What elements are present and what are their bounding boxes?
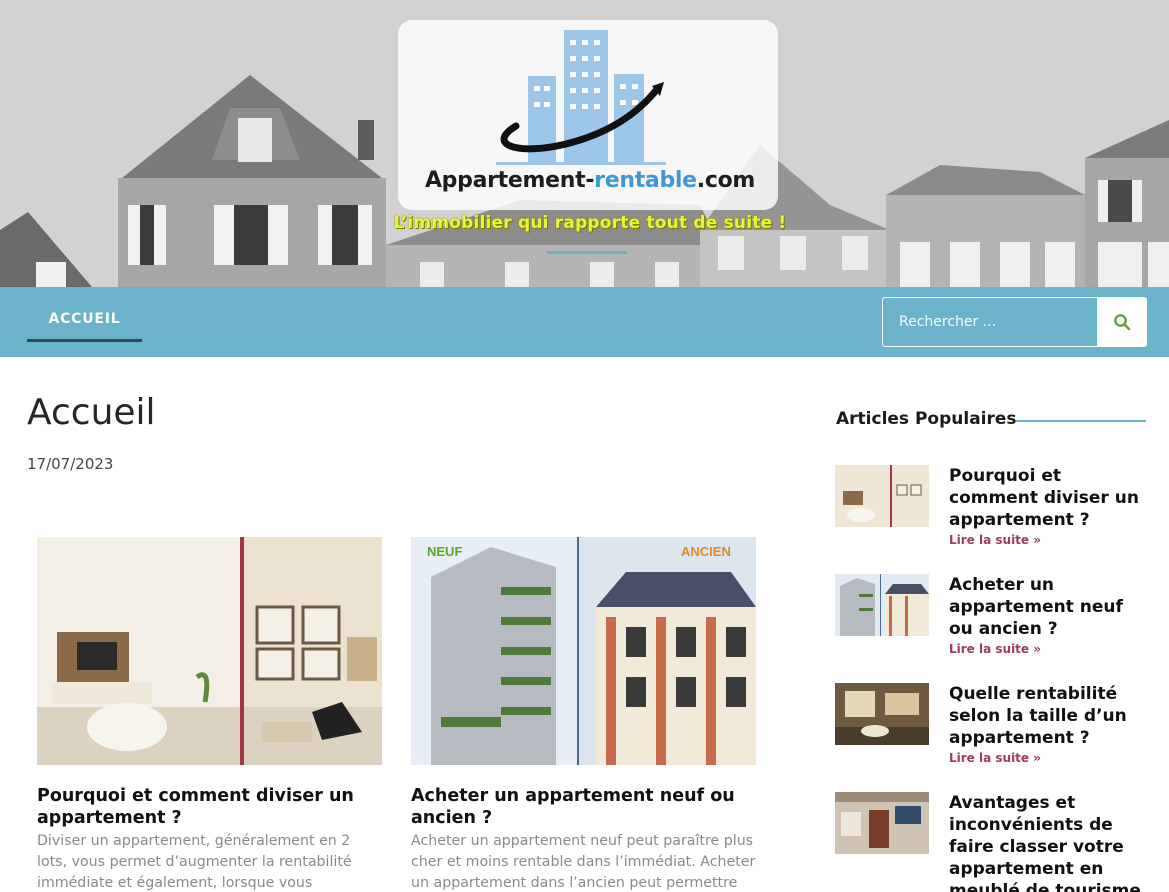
read-more-link[interactable]: Lire la suite » xyxy=(949,751,1149,765)
popular-article-thumbnail[interactable] xyxy=(835,574,929,636)
popular-article-thumbnail[interactable] xyxy=(835,792,929,854)
search-button[interactable] xyxy=(1097,298,1146,346)
article-title[interactable]: Pourquoi et comment diviser un apparteme… xyxy=(37,785,382,829)
main-navigation: ACCUEIL xyxy=(0,287,1169,357)
popular-article-title[interactable]: Avantages et inconvénients de faire clas… xyxy=(949,792,1149,892)
nav-item-accueil[interactable]: ACCUEIL xyxy=(27,287,142,343)
article-title[interactable]: Acheter un appartement neuf ou ancien ? xyxy=(411,785,756,829)
nav-active-indicator xyxy=(27,339,142,342)
article-image-divided-apartment[interactable] xyxy=(37,537,382,765)
sidebar-heading-divider xyxy=(1016,420,1146,422)
article-excerpt: Diviser un appartement, généralement en … xyxy=(37,833,352,891)
popular-article-thumbnail[interactable] xyxy=(835,683,929,745)
popular-article-title[interactable]: Acheter un appartement neuf ou ancien ? xyxy=(949,574,1149,640)
article-image-new-vs-old[interactable]: NEUF ANCIEN xyxy=(411,537,756,765)
logo-text[interactable]: Appartement-rentable.com xyxy=(405,168,775,193)
site-header: Appartement-rentable.com L’immobilier qu… xyxy=(0,0,1169,287)
popular-article-title[interactable]: Pourquoi et comment diviser un apparteme… xyxy=(949,465,1149,531)
popular-article-thumbnail[interactable] xyxy=(835,465,929,527)
image-label-ancien: ANCIEN xyxy=(681,544,731,559)
read-more-link[interactable]: Lire la suite » xyxy=(949,642,1149,656)
popular-article-title[interactable]: Quelle rentabilité selon la taille d’un … xyxy=(949,683,1149,749)
image-label-neuf: NEUF xyxy=(427,544,462,559)
article-card: Pourquoi et comment diviser un apparteme… xyxy=(37,537,382,892)
sidebar-heading: Articles Populaires xyxy=(836,409,1017,429)
site-tagline: L’immobilier qui rapporte tout de suite … xyxy=(393,213,787,233)
search-icon xyxy=(1114,314,1131,331)
header-accent-bar xyxy=(547,251,627,254)
page-title: Accueil xyxy=(27,392,156,433)
article-excerpt: Acheter un appartement neuf peut paraîtr… xyxy=(411,833,756,891)
logo-buildings-icon xyxy=(496,30,666,165)
page-date: 17/07/2023 xyxy=(27,455,114,473)
article-card: NEUF ANCIEN Acheter un appartement neuf … xyxy=(411,537,756,892)
search-form xyxy=(882,297,1147,347)
read-more-link[interactable]: Lire la suite » xyxy=(949,533,1149,547)
search-input[interactable] xyxy=(883,298,1097,346)
